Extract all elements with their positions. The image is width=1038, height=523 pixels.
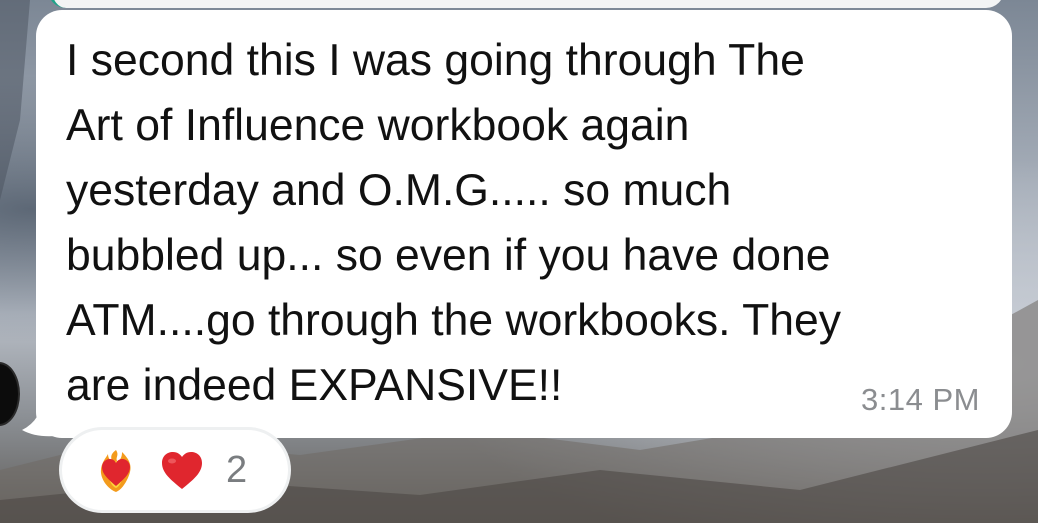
reactions-bar[interactable]: 2 — [62, 430, 288, 510]
reaction-count: 2 — [226, 448, 248, 491]
red-heart-icon — [158, 446, 206, 494]
previous-message-bubble — [48, 0, 1004, 8]
heart-on-fire-icon — [92, 446, 140, 494]
message-text: I second this I was going through The Ar… — [66, 36, 842, 410]
message-bubble[interactable]: I second this I was going through The Ar… — [36, 10, 1012, 438]
message-timestamp: 3:14 PM — [861, 382, 980, 417]
